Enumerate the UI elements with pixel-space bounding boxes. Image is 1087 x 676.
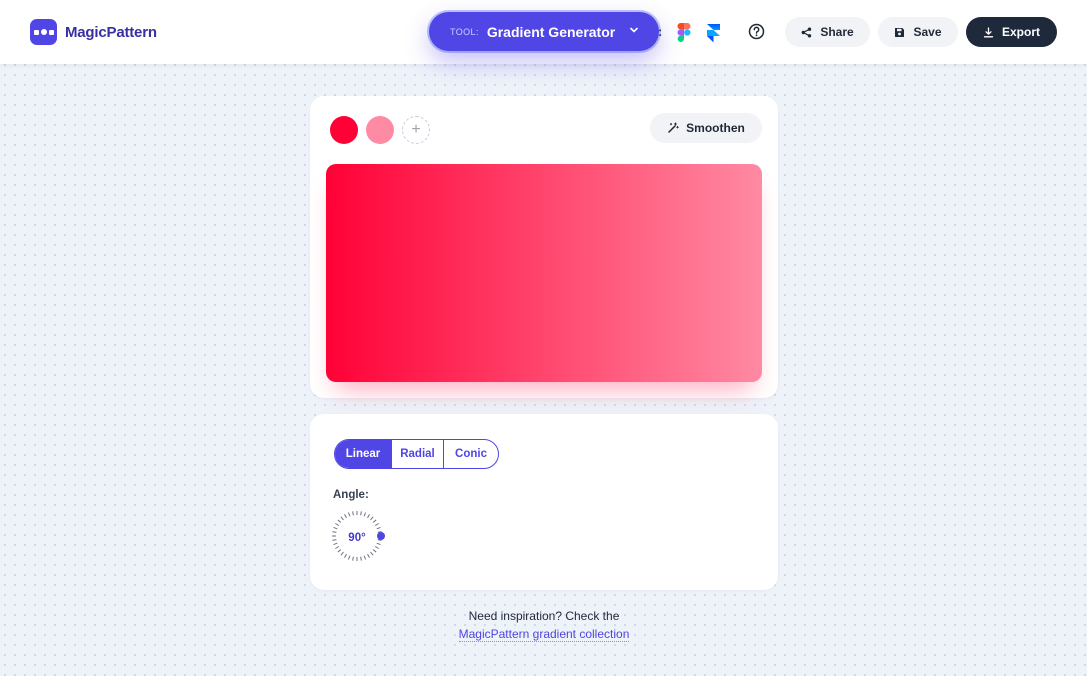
export-button[interactable]: Export — [966, 17, 1057, 47]
export-targets-label: : — [658, 24, 663, 39]
gradient-type-selector: Linear Radial Conic — [334, 439, 499, 469]
add-color-button[interactable]: + — [402, 116, 430, 144]
share-icon — [801, 27, 812, 37]
tab-conic[interactable]: Conic — [444, 440, 498, 468]
share-button[interactable]: Share — [785, 17, 870, 47]
tab-radial[interactable]: Radial — [392, 440, 444, 468]
tool-name: Gradient Generator — [486, 23, 616, 40]
top-bar: MagicPattern TOOL: Gradient Generator : — [0, 0, 1087, 64]
smoothen-label: Smoothen — [686, 121, 745, 135]
gradient-editor-card: + Smoothen — [310, 96, 778, 398]
help-circle-icon[interactable] — [748, 23, 765, 40]
magic-wand-icon — [668, 122, 679, 133]
gradient-preview — [326, 164, 762, 382]
gradient-collection-link[interactable]: MagicPattern gradient collection — [458, 627, 630, 642]
angle-value: 90° — [348, 532, 366, 544]
gradient-settings-card: Linear Radial Conic Angle: 90° — [310, 414, 778, 590]
tool-prefix: TOOL: — [450, 26, 479, 37]
inspiration-note: Need inspiration? Check the MagicPattern… — [310, 607, 778, 643]
chevron-down-icon — [630, 27, 638, 33]
framer-icon[interactable] — [707, 24, 721, 43]
save-label: Save — [913, 25, 942, 39]
save-icon — [895, 27, 905, 37]
export-label: Export — [1001, 25, 1040, 39]
color-stop-swatch[interactable] — [330, 116, 358, 144]
logo-text: MagicPattern — [65, 23, 157, 41]
angle-label: Angle: — [333, 489, 369, 501]
smoothen-button[interactable]: Smoothen — [650, 113, 762, 143]
plus-icon: + — [411, 121, 421, 138]
magicpattern-logo-icon — [30, 19, 57, 45]
inspiration-text: Need inspiration? Check the — [468, 609, 620, 623]
save-button[interactable]: Save — [878, 17, 958, 47]
logo[interactable]: MagicPattern — [30, 19, 157, 45]
figma-icon[interactable] — [677, 23, 691, 42]
tool-selector-button[interactable]: TOOL: Gradient Generator — [429, 12, 659, 51]
download-icon — [983, 26, 994, 37]
color-stop-swatch[interactable] — [366, 116, 394, 144]
tab-linear[interactable]: Linear — [335, 440, 392, 468]
share-label: Share — [820, 25, 854, 39]
